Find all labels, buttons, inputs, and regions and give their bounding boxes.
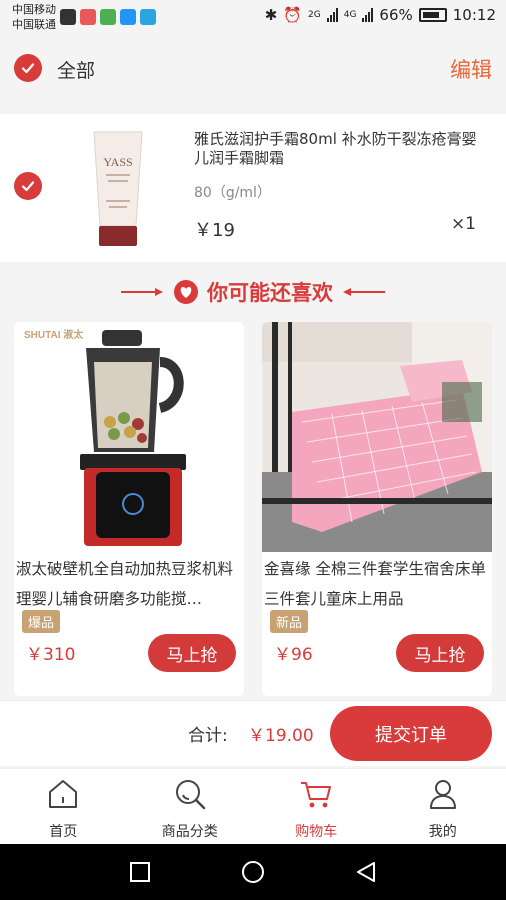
product-card[interactable]: 金喜缘 全棉三件套学生宿舍床单三件套儿童床上用品 新品 ￥96 马上抢 <box>262 322 492 696</box>
notification-icons <box>60 9 156 25</box>
edit-button[interactable]: 编辑 <box>450 54 492 84</box>
user-icon <box>429 780 456 809</box>
tab-bar: 首页 商品分类 购物车 我的 <box>0 768 506 844</box>
app-icon <box>80 9 96 25</box>
product-price: ￥96 <box>274 645 313 665</box>
buy-now-button[interactable]: 马上抢 <box>396 634 484 672</box>
search-icon <box>175 780 205 810</box>
play-icon <box>100 9 116 25</box>
network-type-2: 4G <box>343 10 357 20</box>
bluetooth-icon: ✱ <box>264 6 278 24</box>
new-badge: 新品 <box>270 610 309 633</box>
send-icon <box>140 9 156 25</box>
signal-icon-2 <box>362 8 374 22</box>
cart-item: YASS 雅氏滋润护手霜80ml 补水防干裂冻疮膏婴儿润手霜脚霜 80（g/ml… <box>0 114 506 262</box>
status-icons: ✱ ⏰ 2G 4G 66% 10:12 <box>265 6 496 24</box>
brand-label: YASS <box>103 155 132 169</box>
carrier-1: 中国移动 <box>12 3 56 16</box>
network-type-1: 2G <box>308 10 321 20</box>
product-price: ￥310 <box>26 645 76 665</box>
total-value: ￥19.00 <box>248 726 314 746</box>
tab-category[interactable]: 商品分类 <box>127 769 254 844</box>
alarm-icon: ⏰ <box>283 6 303 24</box>
buy-now-button[interactable]: 马上抢 <box>148 634 236 672</box>
checkout-bar: 合计: ￥19.00 提交订单 <box>0 700 506 766</box>
recents-icon[interactable] <box>128 860 152 884</box>
recommend-header: 你可能还喜欢 <box>0 270 506 314</box>
home-button-icon[interactable] <box>241 860 265 884</box>
clock: 10:12 <box>452 6 496 24</box>
recommend-title: 你可能还喜欢 <box>207 281 333 305</box>
status-bar: 中国移动 中国联通 ✱ ⏰ 2G 4G 66% 10:12 <box>0 0 506 36</box>
activity-icon <box>60 9 76 25</box>
item-checkbox[interactable] <box>14 172 42 200</box>
battery-icon <box>418 8 447 22</box>
tab-label: 我的 <box>428 824 457 840</box>
tab-profile[interactable]: 我的 <box>380 769 506 844</box>
bedding-image[interactable] <box>262 322 492 552</box>
carrier-info: 中国移动 中国联通 <box>12 2 56 32</box>
total-label: 合计: <box>188 726 228 746</box>
item-title[interactable]: 雅氏滋润护手霜80ml 补水防干裂冻疮膏婴儿润手霜脚霜 <box>194 130 484 168</box>
select-all-checkbox[interactable] <box>14 54 42 82</box>
tab-label: 购物车 <box>295 824 338 840</box>
signal-icon <box>326 8 338 22</box>
hot-badge: 爆品 <box>22 610 61 633</box>
product-card[interactable]: SHUTAI 淑太 淑太破壁机全自动加热豆浆机料理婴儿辅食研磨多功能搅… 爆品 … <box>14 322 244 696</box>
shield-icon <box>120 9 136 25</box>
right-arrow-decoration <box>343 288 385 296</box>
item-price: ￥19 <box>194 220 235 241</box>
left-arrow-decoration <box>121 288 163 296</box>
product-title[interactable]: 淑太破壁机全自动加热豆浆机料理婴儿辅食研磨多功能搅… <box>16 554 242 614</box>
product-title[interactable]: 金喜缘 全棉三件套学生宿舍床单三件套儿童床上用品 <box>264 554 490 614</box>
blender-brand: SHUTAI 淑太 <box>24 328 84 341</box>
tab-label: 首页 <box>49 824 78 840</box>
tab-cart[interactable]: 购物车 <box>253 769 380 844</box>
item-spec: 80（g/ml） <box>194 185 271 201</box>
item-quantity: ×1 <box>450 214 476 234</box>
hand-cream-image[interactable]: YASS <box>90 130 146 248</box>
battery-percent: 66% <box>379 6 413 24</box>
check-icon <box>21 63 35 74</box>
submit-order-button[interactable]: 提交订单 <box>330 706 492 761</box>
back-icon[interactable] <box>354 860 378 884</box>
home-icon <box>49 780 78 808</box>
tab-label: 商品分类 <box>161 824 218 840</box>
select-all-label[interactable]: 全部 <box>57 56 95 83</box>
check-icon <box>21 181 35 192</box>
cart-header: 全部 编辑 <box>0 36 506 106</box>
tab-home[interactable]: 首页 <box>0 769 127 844</box>
cart-icon <box>301 782 332 808</box>
blender-image[interactable]: SHUTAI 淑太 <box>14 322 244 552</box>
carrier-2: 中国联通 <box>12 18 56 31</box>
heart-icon <box>174 280 198 304</box>
system-nav-bar <box>0 844 506 900</box>
